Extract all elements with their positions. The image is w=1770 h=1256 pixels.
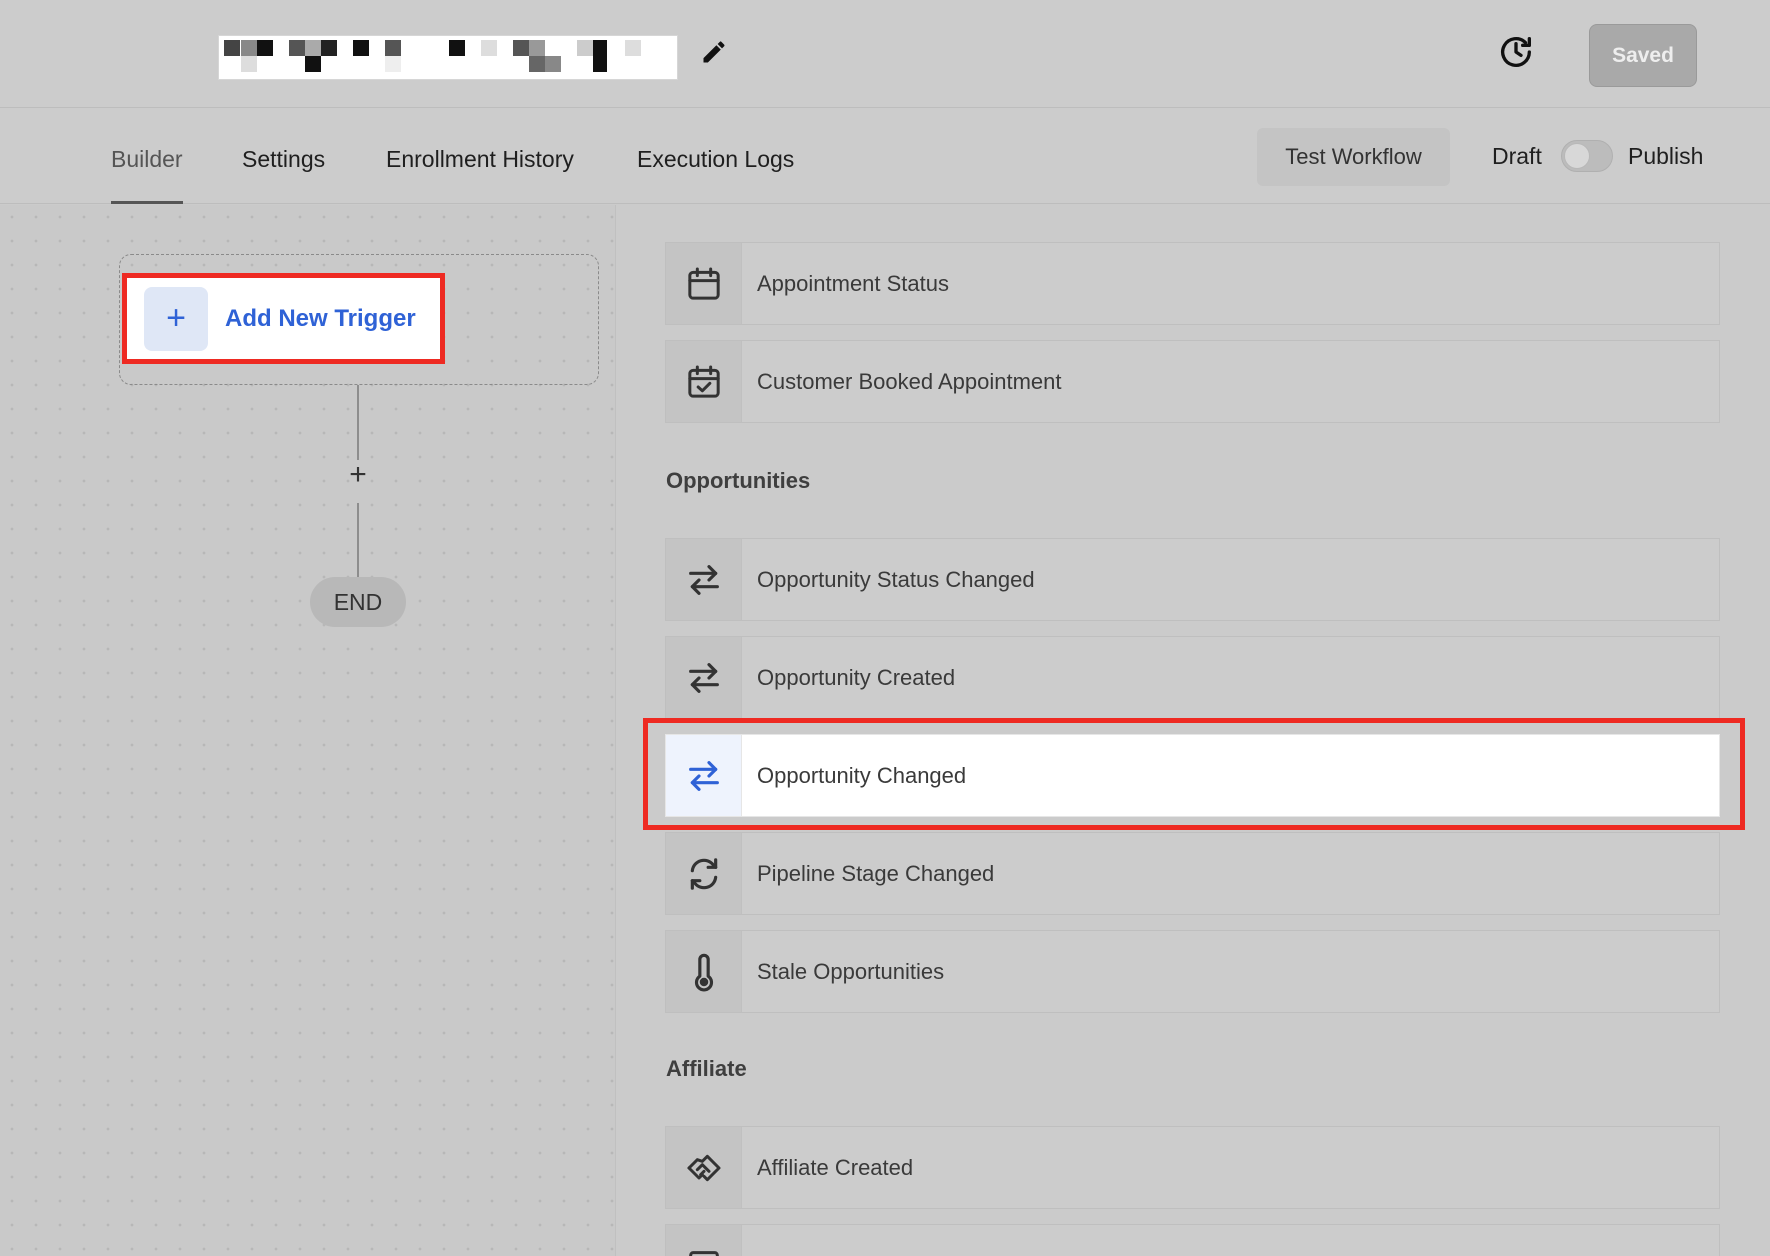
trigger-item-pipeline-stage-changed[interactable]: Pipeline Stage Changed	[665, 832, 1720, 915]
plus-icon: +	[144, 286, 208, 351]
tab-bar: Builder Settings Enrollment History Exec…	[0, 108, 1770, 204]
pencil-icon[interactable]	[700, 38, 728, 66]
trigger-item-opportunity-changed[interactable]: Opportunity Changed	[665, 734, 1720, 817]
tab-enrollment-history[interactable]: Enrollment History	[386, 146, 574, 204]
trigger-item-appointment-status[interactable]: Appointment Status	[665, 242, 1720, 325]
trigger-item-opportunity-status-changed[interactable]: Opportunity Status Changed	[665, 538, 1720, 621]
builder-canvas: + Add New Trigger + END	[0, 205, 616, 1256]
tab-builder[interactable]: Builder	[111, 146, 183, 204]
trigger-item-label: Opportunity Changed	[757, 762, 967, 788]
top-bar: Saved	[0, 0, 1770, 108]
publish-toggle[interactable]	[1561, 140, 1613, 172]
handshake-icon	[666, 1127, 742, 1208]
trigger-item-label: Stale Opportunities	[757, 958, 945, 984]
section-title-affiliate: Affiliate	[666, 1056, 747, 1081]
trigger-item-affiliate-created[interactable]: Affiliate Created	[665, 1126, 1720, 1209]
tab-execution-logs[interactable]: Execution Logs	[637, 146, 794, 204]
clock-history-icon[interactable]	[1496, 32, 1536, 72]
arrows-swap-icon	[666, 735, 742, 816]
connector-line	[357, 385, 359, 460]
trigger-item-label: Customer Booked Appointment	[757, 368, 1062, 394]
workflow-name-field-redacted[interactable]	[218, 35, 678, 80]
trigger-item-partial[interactable]	[665, 1224, 1720, 1256]
end-node: END	[310, 577, 406, 627]
connector-line	[357, 503, 359, 583]
test-workflow-button[interactable]: Test Workflow	[1257, 128, 1450, 186]
tab-settings[interactable]: Settings	[242, 146, 325, 204]
trigger-item-label: Pipeline Stage Changed	[757, 860, 995, 886]
trigger-item-label: Opportunity Created	[757, 664, 956, 690]
refresh-icon	[666, 833, 742, 914]
add-step-button[interactable]: +	[343, 460, 373, 490]
trigger-item-opportunity-created[interactable]: Opportunity Created	[665, 636, 1720, 719]
calendar-icon	[666, 243, 742, 324]
calendar-check-icon	[666, 341, 742, 422]
publish-label: Publish	[1628, 143, 1704, 169]
list-icon	[666, 1225, 742, 1256]
arrows-swap-icon	[666, 539, 742, 620]
trigger-item-label: Appointment Status	[757, 270, 950, 296]
add-new-trigger-label: Add New Trigger	[225, 304, 416, 332]
section-title-opportunities: Opportunities	[666, 468, 811, 493]
trigger-item-stale-opportunities[interactable]: Stale Opportunities	[665, 930, 1720, 1013]
trigger-item-customer-booked-appointment[interactable]: Customer Booked Appointment	[665, 340, 1720, 423]
add-new-trigger-button[interactable]: + Add New Trigger	[122, 273, 445, 364]
toggle-knob	[1564, 143, 1590, 169]
trigger-item-label: Opportunity Status Changed	[757, 566, 1035, 592]
saved-button[interactable]: Saved	[1589, 24, 1697, 87]
trigger-list-panel: Appointment Status Customer Booked Appoi…	[617, 205, 1770, 1256]
thermometer-icon	[666, 931, 742, 1012]
trigger-item-label: Affiliate Created	[757, 1154, 914, 1180]
arrows-swap-icon	[666, 637, 742, 718]
draft-label: Draft	[1492, 143, 1542, 169]
